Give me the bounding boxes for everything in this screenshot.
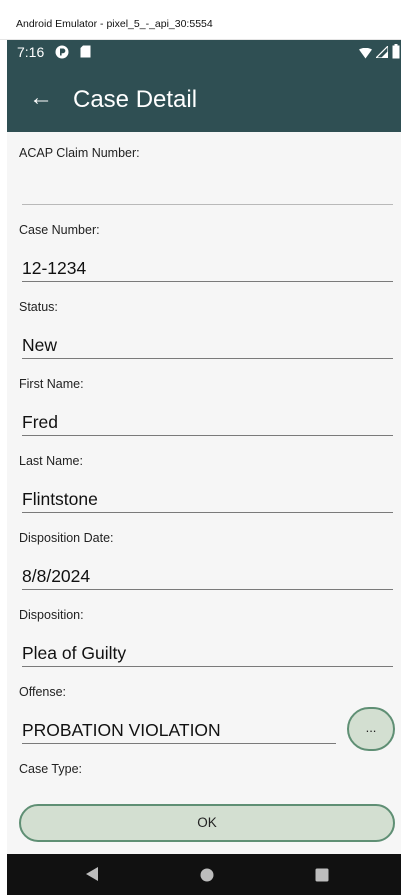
ok-button[interactable]: OK	[19, 804, 395, 842]
wifi-icon	[359, 46, 372, 64]
app-bar: ← Case Detail	[7, 66, 401, 132]
signal-icon	[374, 44, 389, 63]
recents-square-icon[interactable]	[315, 868, 329, 887]
status-time: 7:16	[17, 44, 45, 60]
case-detail-form: ACAP Claim Number: Case Number: 12-1234 …	[7, 132, 401, 854]
back-triangle-icon[interactable]	[85, 866, 99, 887]
case-number-label: Case Number:	[19, 223, 100, 237]
window-left-edge	[0, 40, 7, 895]
acap-claim-label: ACAP Claim Number:	[19, 146, 140, 160]
disposition-underline	[22, 666, 393, 667]
first-name-input[interactable]: Fred	[22, 412, 58, 433]
disposition-date-underline	[22, 589, 393, 590]
status-input[interactable]: New	[22, 335, 57, 356]
window-title: Android Emulator - pixel_5_-_api_30:5554	[16, 18, 213, 30]
case-type-label: Case Type:	[19, 762, 83, 776]
last-name-underline	[22, 512, 393, 513]
case-number-underline	[22, 281, 393, 282]
status-underline	[22, 358, 393, 359]
case-number-input[interactable]: 12-1234	[22, 258, 86, 279]
status-bar: 7:16	[7, 40, 401, 66]
acap-claim-input[interactable]	[22, 174, 393, 198]
page-title: Case Detail	[73, 86, 198, 113]
offense-lookup-button[interactable]: ...	[347, 707, 395, 751]
disposition-date-input[interactable]: 8/8/2024	[22, 566, 90, 587]
last-name-input[interactable]: Flintstone	[22, 489, 98, 510]
sd-card-icon	[80, 45, 91, 63]
last-name-label: Last Name:	[19, 454, 83, 468]
emulator-window-titlebar: Android Emulator - pixel_5_-_api_30:5554	[0, 0, 401, 40]
offense-underline	[22, 743, 336, 744]
offense-label: Offense:	[19, 685, 67, 699]
acap-claim-underline	[22, 204, 393, 205]
battery-icon	[392, 44, 400, 64]
assistant-icon	[55, 45, 69, 64]
first-name-underline	[22, 435, 393, 436]
offense-input[interactable]: PROBATION VIOLATION	[22, 720, 221, 741]
disposition-label: Disposition:	[19, 608, 84, 622]
home-circle-icon[interactable]	[200, 868, 214, 887]
first-name-label: First Name:	[19, 377, 84, 391]
back-arrow-icon[interactable]: ←	[29, 84, 53, 112]
disposition-input[interactable]: Plea of Guilty	[22, 643, 126, 664]
disposition-date-label: Disposition Date:	[19, 531, 114, 545]
status-label: Status:	[19, 300, 58, 314]
system-nav-bar	[7, 854, 401, 895]
